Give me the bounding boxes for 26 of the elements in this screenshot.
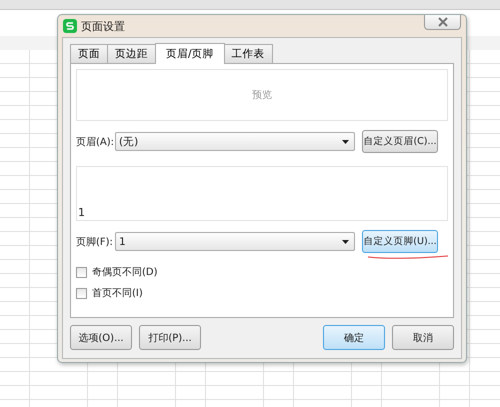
close-icon	[436, 17, 448, 27]
dialog-button[interactable]: 取消	[392, 325, 454, 350]
custom-footer-button[interactable]: 自定义页脚(U)...	[362, 230, 438, 253]
dialog-button[interactable]: 打印(P)...	[139, 325, 201, 350]
checkbox-label: 奇偶页不同(D)	[92, 266, 158, 279]
footer-label: 页脚(F):	[76, 236, 112, 248]
header-label: 页眉(A):	[76, 136, 112, 148]
checkbox-label: 首页不同(I)	[92, 287, 143, 300]
close-button[interactable]	[424, 15, 461, 30]
dialog-button[interactable]: 选项(O)...	[70, 325, 132, 350]
custom-header-button[interactable]: 自定义页眉(C)...	[362, 130, 438, 153]
dropdown-arrow-icon	[342, 140, 349, 144]
dialog-title: 页面设置	[81, 18, 125, 34]
tab[interactable]: 页边距	[107, 44, 156, 63]
app-icon	[63, 19, 77, 33]
tab[interactable]: 工作表	[224, 44, 273, 63]
footer-preview-text: 1	[78, 206, 85, 219]
checkbox[interactable]	[76, 266, 87, 278]
dialog-button[interactable]: 确定	[323, 325, 385, 350]
header-dropdown[interactable]: (无)	[115, 132, 355, 151]
checkbox[interactable]	[76, 288, 87, 298]
dropdown-arrow-icon	[342, 240, 349, 244]
tab[interactable]: 页眉/页脚	[155, 43, 225, 64]
preview-box: 预览	[76, 69, 448, 121]
tab[interactable]: 页面	[70, 44, 108, 63]
footer-dropdown[interactable]: 1	[115, 232, 355, 251]
